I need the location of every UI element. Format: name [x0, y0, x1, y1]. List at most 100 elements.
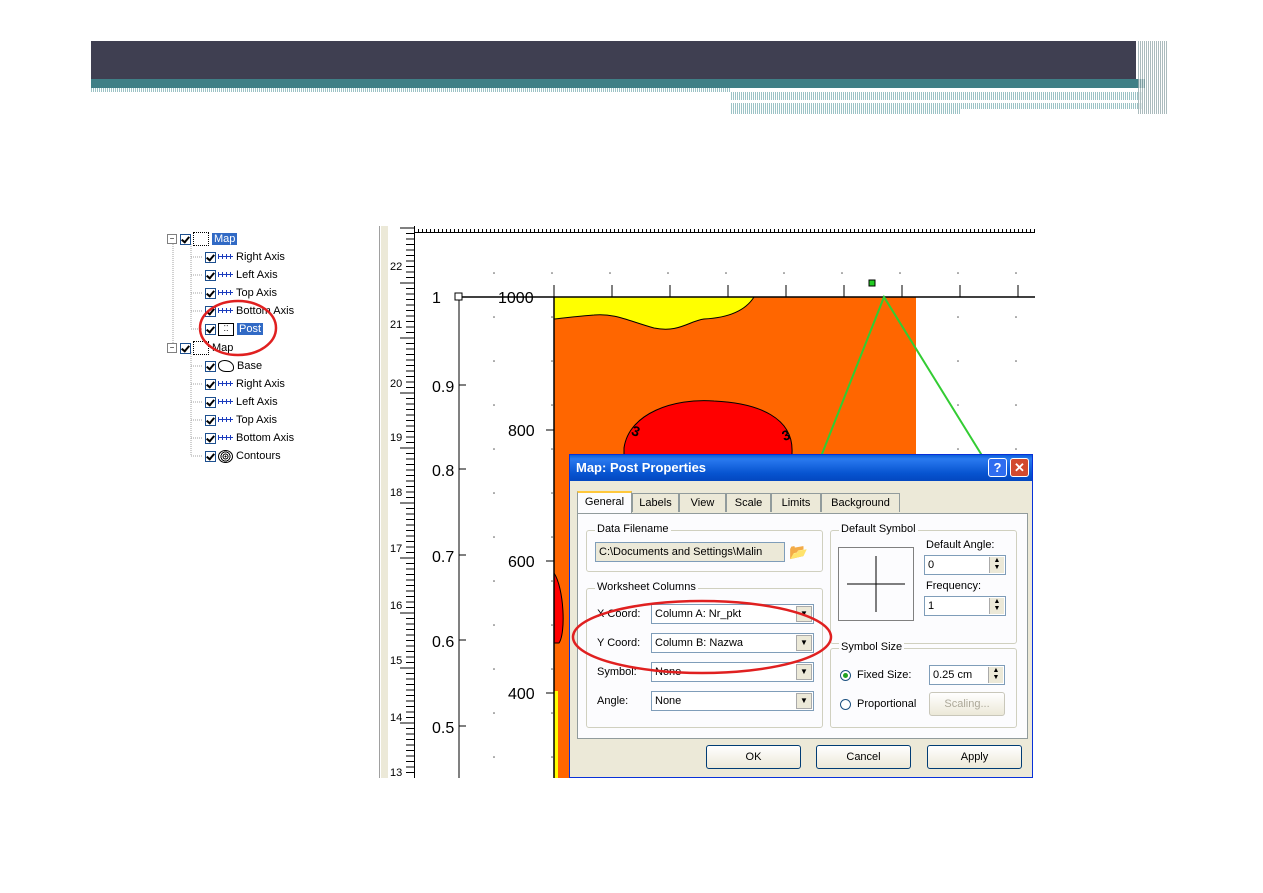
- grid-dot: [551, 448, 553, 450]
- fixed-size-radio[interactable]: [840, 670, 851, 681]
- tab-scale[interactable]: Scale: [726, 493, 771, 512]
- help-button[interactable]: ?: [988, 458, 1007, 477]
- proportional-radio[interactable]: [840, 699, 851, 710]
- group-label: Worksheet Columns: [595, 581, 698, 593]
- axis-icon: [218, 306, 233, 316]
- spinner-icon[interactable]: ▲ ▼: [989, 598, 1004, 614]
- left-axis-label: 0.6: [432, 634, 454, 651]
- ruler-label: 21: [390, 319, 402, 331]
- y-coord-select[interactable]: Column B: Nazwa ▼: [651, 633, 814, 653]
- grid-dot: [957, 448, 959, 450]
- axis-icon: [218, 415, 233, 425]
- tree-item-bottom-axis[interactable]: Bottom Axis: [205, 303, 294, 319]
- grid-dot: [551, 580, 553, 582]
- tab-labels[interactable]: Labels: [632, 493, 679, 512]
- checkbox-icon[interactable]: [205, 360, 216, 372]
- collapse-icon[interactable]: −: [167, 234, 177, 244]
- tree-item-left-axis[interactable]: Left Axis: [205, 267, 278, 283]
- checkbox-icon[interactable]: [205, 287, 216, 299]
- checkbox-icon[interactable]: [180, 233, 191, 245]
- left-axis-label: 0.7: [432, 549, 454, 566]
- collapse-icon[interactable]: −: [167, 343, 177, 353]
- tree-item-contours[interactable]: Contours: [205, 448, 281, 464]
- symbol-select[interactable]: None ▼: [651, 662, 814, 682]
- frequency-input[interactable]: 1 ▲ ▼: [924, 596, 1006, 616]
- chevron-down-icon[interactable]: ▼: [796, 693, 812, 709]
- group-label: Symbol Size: [839, 641, 905, 653]
- tab-view[interactable]: View: [679, 493, 726, 512]
- worksheet-columns-group: Worksheet Columns X Coord: Column A: Nr_…: [586, 581, 823, 728]
- base-icon: [218, 360, 234, 372]
- tree-item-top-axis[interactable]: Top Axis: [205, 285, 277, 301]
- tree-item-map-2[interactable]: − Map: [167, 340, 233, 356]
- tab-general[interactable]: General: [577, 491, 632, 513]
- tree-item-bottom-axis[interactable]: Bottom Axis: [205, 430, 294, 446]
- ok-button[interactable]: OK: [706, 745, 801, 769]
- tree-item-right-axis[interactable]: Right Axis: [205, 376, 285, 392]
- grid-dot: [493, 404, 495, 406]
- frequency-value: 1: [928, 600, 935, 612]
- map-axis-label: 600: [508, 554, 535, 571]
- tree-item-post[interactable]: ⁚⁚ Post: [205, 321, 264, 337]
- grid-dot: [1015, 272, 1017, 274]
- checkbox-icon[interactable]: [205, 396, 216, 408]
- symbol-label: Symbol:: [597, 666, 637, 678]
- fixed-size-label: Fixed Size:: [857, 669, 912, 681]
- tree-item-top-axis[interactable]: Top Axis: [205, 412, 277, 428]
- open-folder-icon[interactable]: 📂: [789, 543, 808, 561]
- grid-dot: [493, 756, 495, 758]
- checkbox-icon[interactable]: [180, 342, 191, 354]
- checkbox-icon[interactable]: [205, 323, 216, 335]
- grid-dot: [957, 404, 959, 406]
- checkbox-icon[interactable]: [205, 378, 216, 390]
- tree-item-map-1[interactable]: − Map: [167, 231, 238, 247]
- checkbox-icon[interactable]: [205, 414, 216, 426]
- object-manager-tree: − Map Right Axis Left Axis Top Axis Bott…: [163, 226, 380, 778]
- checkbox-icon[interactable]: [205, 432, 216, 444]
- tree-item-label: Left Axis: [236, 269, 278, 281]
- ruler-label: 16: [390, 600, 402, 612]
- data-filename-field[interactable]: C:\Documents and Settings\Malin: [595, 542, 785, 562]
- cancel-button[interactable]: Cancel: [816, 745, 911, 769]
- tree-item-label: Base: [237, 360, 263, 372]
- chevron-down-icon[interactable]: ▼: [796, 664, 812, 680]
- y-coord-value: Column B: Nazwa: [655, 637, 744, 649]
- tab-background[interactable]: Background: [821, 493, 900, 512]
- spinner-icon[interactable]: ▲ ▼: [988, 667, 1003, 683]
- tree-item-label: Right Axis: [236, 251, 285, 263]
- grid-dot: [493, 580, 495, 582]
- slide-header-grid: [1138, 41, 1168, 114]
- tab-limits[interactable]: Limits: [771, 493, 821, 512]
- tree-item-right-axis[interactable]: Right Axis: [205, 249, 285, 265]
- map-axis-label: 1000: [498, 290, 534, 307]
- chevron-down-icon[interactable]: ▼: [796, 635, 812, 651]
- tree-item-base[interactable]: Base: [205, 358, 262, 374]
- dialog-title-bar[interactable]: Map: Post Properties: [570, 455, 1032, 481]
- tree-item-left-axis[interactable]: Left Axis: [205, 394, 278, 410]
- x-coord-select[interactable]: Column A: Nr_pkt ▼: [651, 604, 814, 624]
- close-button[interactable]: ✕: [1010, 458, 1029, 477]
- grid-dot: [667, 272, 669, 274]
- checkbox-icon[interactable]: [205, 251, 216, 263]
- checkbox-icon[interactable]: [205, 305, 216, 317]
- apply-button[interactable]: Apply: [927, 745, 1022, 769]
- default-angle-input[interactable]: 0 ▲ ▼: [924, 555, 1006, 575]
- x-coord-value: Column A: Nr_pkt: [655, 608, 742, 620]
- selection-handle-green[interactable]: [868, 279, 876, 287]
- group-label: Default Symbol: [839, 523, 918, 535]
- scaling-button[interactable]: Scaling...: [929, 692, 1005, 716]
- tree-item-label: Left Axis: [236, 396, 278, 408]
- ruler-label: 20: [390, 378, 402, 390]
- chevron-down-icon[interactable]: ▼: [796, 606, 812, 622]
- angle-select[interactable]: None ▼: [651, 691, 814, 711]
- fixed-size-value: 0.25 cm: [933, 669, 973, 681]
- ruler-label: 15: [390, 655, 402, 667]
- fixed-size-input[interactable]: 0.25 cm ▲ ▼: [929, 665, 1005, 685]
- grid-dot: [551, 272, 553, 274]
- checkbox-icon[interactable]: [205, 269, 216, 281]
- grid-dot: [957, 316, 959, 318]
- checkbox-icon[interactable]: [205, 450, 216, 462]
- spinner-icon[interactable]: ▲ ▼: [989, 557, 1004, 573]
- selection-handle[interactable]: [454, 292, 463, 301]
- symbol-preview-button[interactable]: [838, 547, 914, 621]
